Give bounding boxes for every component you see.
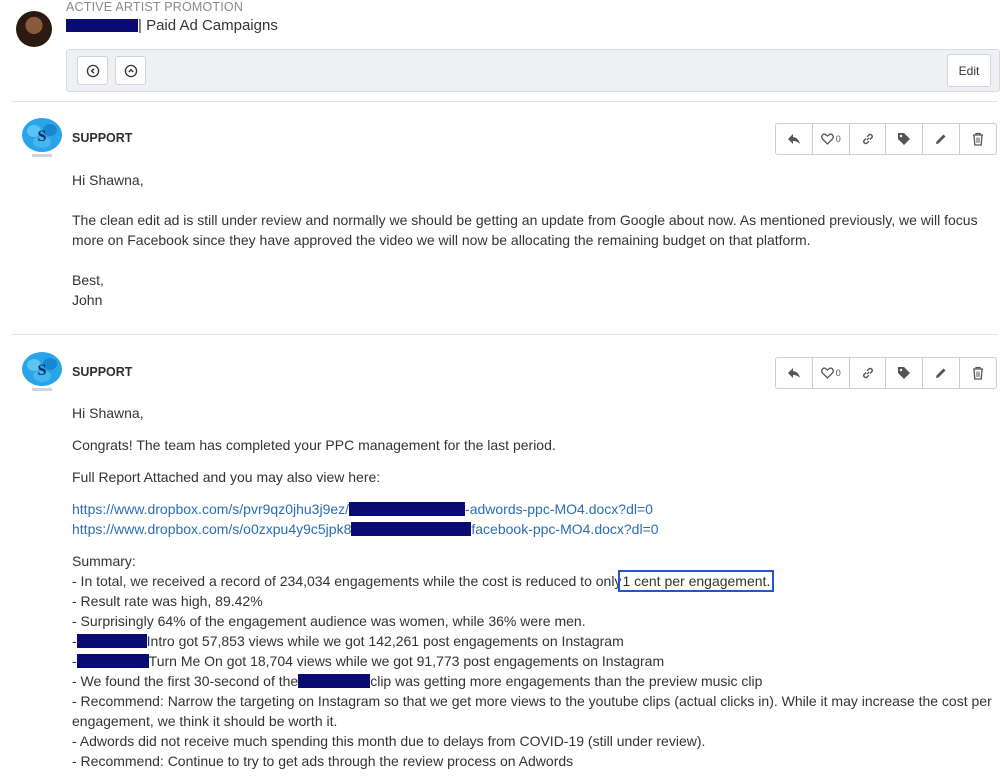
summary-item: - In total, we received a record of 234,… bbox=[72, 570, 775, 592]
tag-icon bbox=[898, 367, 911, 379]
redacted-block bbox=[298, 674, 371, 688]
summary-title: Summary: bbox=[72, 553, 136, 569]
category-label[interactable]: ACTIVE ARTIST PROMOTION bbox=[66, 0, 243, 14]
redacted-block bbox=[351, 522, 472, 536]
like-count: 0 bbox=[835, 134, 841, 144]
reply-button[interactable] bbox=[776, 358, 813, 388]
report-link-facebook[interactable]: https://www.dropbox.com/s/o0zxpu4y9c5jpk… bbox=[72, 519, 1002, 539]
summary-item: - Adwords did not receive much spending … bbox=[72, 733, 706, 749]
summary-item: - Surprisingly 64% of the engagement aud… bbox=[72, 613, 586, 629]
previous-button[interactable] bbox=[77, 56, 108, 85]
summary-item: - Recommend: Narrow the targeting on Ins… bbox=[72, 693, 992, 729]
post-author[interactable]: SUPPORT bbox=[72, 131, 132, 145]
post-actions: 0 bbox=[775, 123, 997, 155]
brain-logo-icon: S bbox=[22, 118, 62, 157]
trash-icon bbox=[973, 366, 984, 380]
edit-button[interactable]: Edit bbox=[947, 54, 991, 87]
redacted-block bbox=[349, 502, 466, 516]
link-button[interactable] bbox=[850, 124, 887, 154]
like-count: 0 bbox=[835, 368, 841, 378]
pencil-icon bbox=[936, 368, 946, 378]
heart-icon bbox=[820, 133, 834, 145]
trash-icon bbox=[973, 132, 984, 146]
tag-icon bbox=[898, 133, 911, 145]
divider bbox=[12, 101, 998, 102]
brain-logo-icon: S bbox=[22, 352, 62, 391]
user-avatar[interactable] bbox=[16, 11, 52, 47]
summary-item: - Recommend: Continue to try to get ads … bbox=[72, 753, 574, 769]
redacted-block bbox=[76, 634, 147, 648]
like-button[interactable]: 0 bbox=[813, 124, 850, 154]
edit-post-button[interactable] bbox=[923, 124, 961, 154]
delete-button[interactable] bbox=[960, 124, 996, 154]
tag-button[interactable] bbox=[886, 358, 924, 388]
edit-post-button[interactable] bbox=[923, 358, 961, 388]
thread-toolbar: Edit bbox=[66, 49, 1000, 92]
svg-text:S: S bbox=[38, 362, 47, 379]
greeting: Hi Shawna, bbox=[72, 172, 144, 188]
divider bbox=[12, 334, 998, 335]
signature: John bbox=[72, 292, 103, 308]
greeting: Hi Shawna, bbox=[72, 405, 144, 421]
reply-icon bbox=[787, 134, 800, 144]
highlighted-text: 1 cent per engagement. bbox=[618, 570, 775, 592]
summary-item: - Result rate was high, 89.42% bbox=[72, 593, 263, 609]
redacted-block bbox=[76, 654, 149, 668]
post-paragraph: The clean edit ad is still under review … bbox=[72, 212, 978, 248]
svg-text:S: S bbox=[38, 128, 47, 145]
summary-item: - Intro got 57,853 views while we got 142… bbox=[72, 633, 624, 649]
post-actions: 0 bbox=[775, 357, 997, 389]
post-body: Hi Shawna, The clean edit ad is still un… bbox=[72, 170, 1002, 310]
support-avatar[interactable]: S bbox=[20, 350, 64, 394]
summary-item: - Turn Me On got 18,704 views while we go… bbox=[72, 653, 665, 669]
reply-button[interactable] bbox=[776, 124, 813, 154]
signoff: Best, bbox=[72, 272, 104, 288]
scroll-top-button[interactable] bbox=[115, 56, 146, 85]
redacted-block bbox=[66, 19, 138, 32]
link-icon bbox=[862, 133, 873, 145]
summary-item: - We found the first 30-second of the cli… bbox=[72, 673, 763, 689]
intro-line: Congrats! The team has completed your PP… bbox=[72, 437, 556, 453]
arrow-left-circle-icon bbox=[86, 64, 99, 77]
report-line: Full Report Attached and you may also vi… bbox=[72, 469, 381, 485]
post-body: Hi Shawna, Congrats! The team has comple… bbox=[72, 403, 1002, 771]
thread-title-text: Paid Ad Campaigns bbox=[146, 17, 278, 34]
tag-button[interactable] bbox=[886, 124, 924, 154]
delete-button[interactable] bbox=[960, 358, 996, 388]
link-button[interactable] bbox=[850, 358, 887, 388]
report-link-adwords[interactable]: https://www.dropbox.com/s/pvr9qz0jhu3j9e… bbox=[72, 499, 1002, 519]
arrow-up-circle-icon bbox=[124, 64, 137, 77]
like-button[interactable]: 0 bbox=[813, 358, 850, 388]
link-icon bbox=[862, 367, 873, 379]
pencil-icon bbox=[936, 134, 946, 144]
reply-icon bbox=[787, 368, 800, 378]
post-author[interactable]: SUPPORT bbox=[72, 365, 132, 379]
heart-icon bbox=[820, 367, 834, 379]
thread-title: | Paid Ad Campaigns bbox=[66, 17, 278, 34]
support-avatar[interactable]: S bbox=[20, 116, 64, 160]
